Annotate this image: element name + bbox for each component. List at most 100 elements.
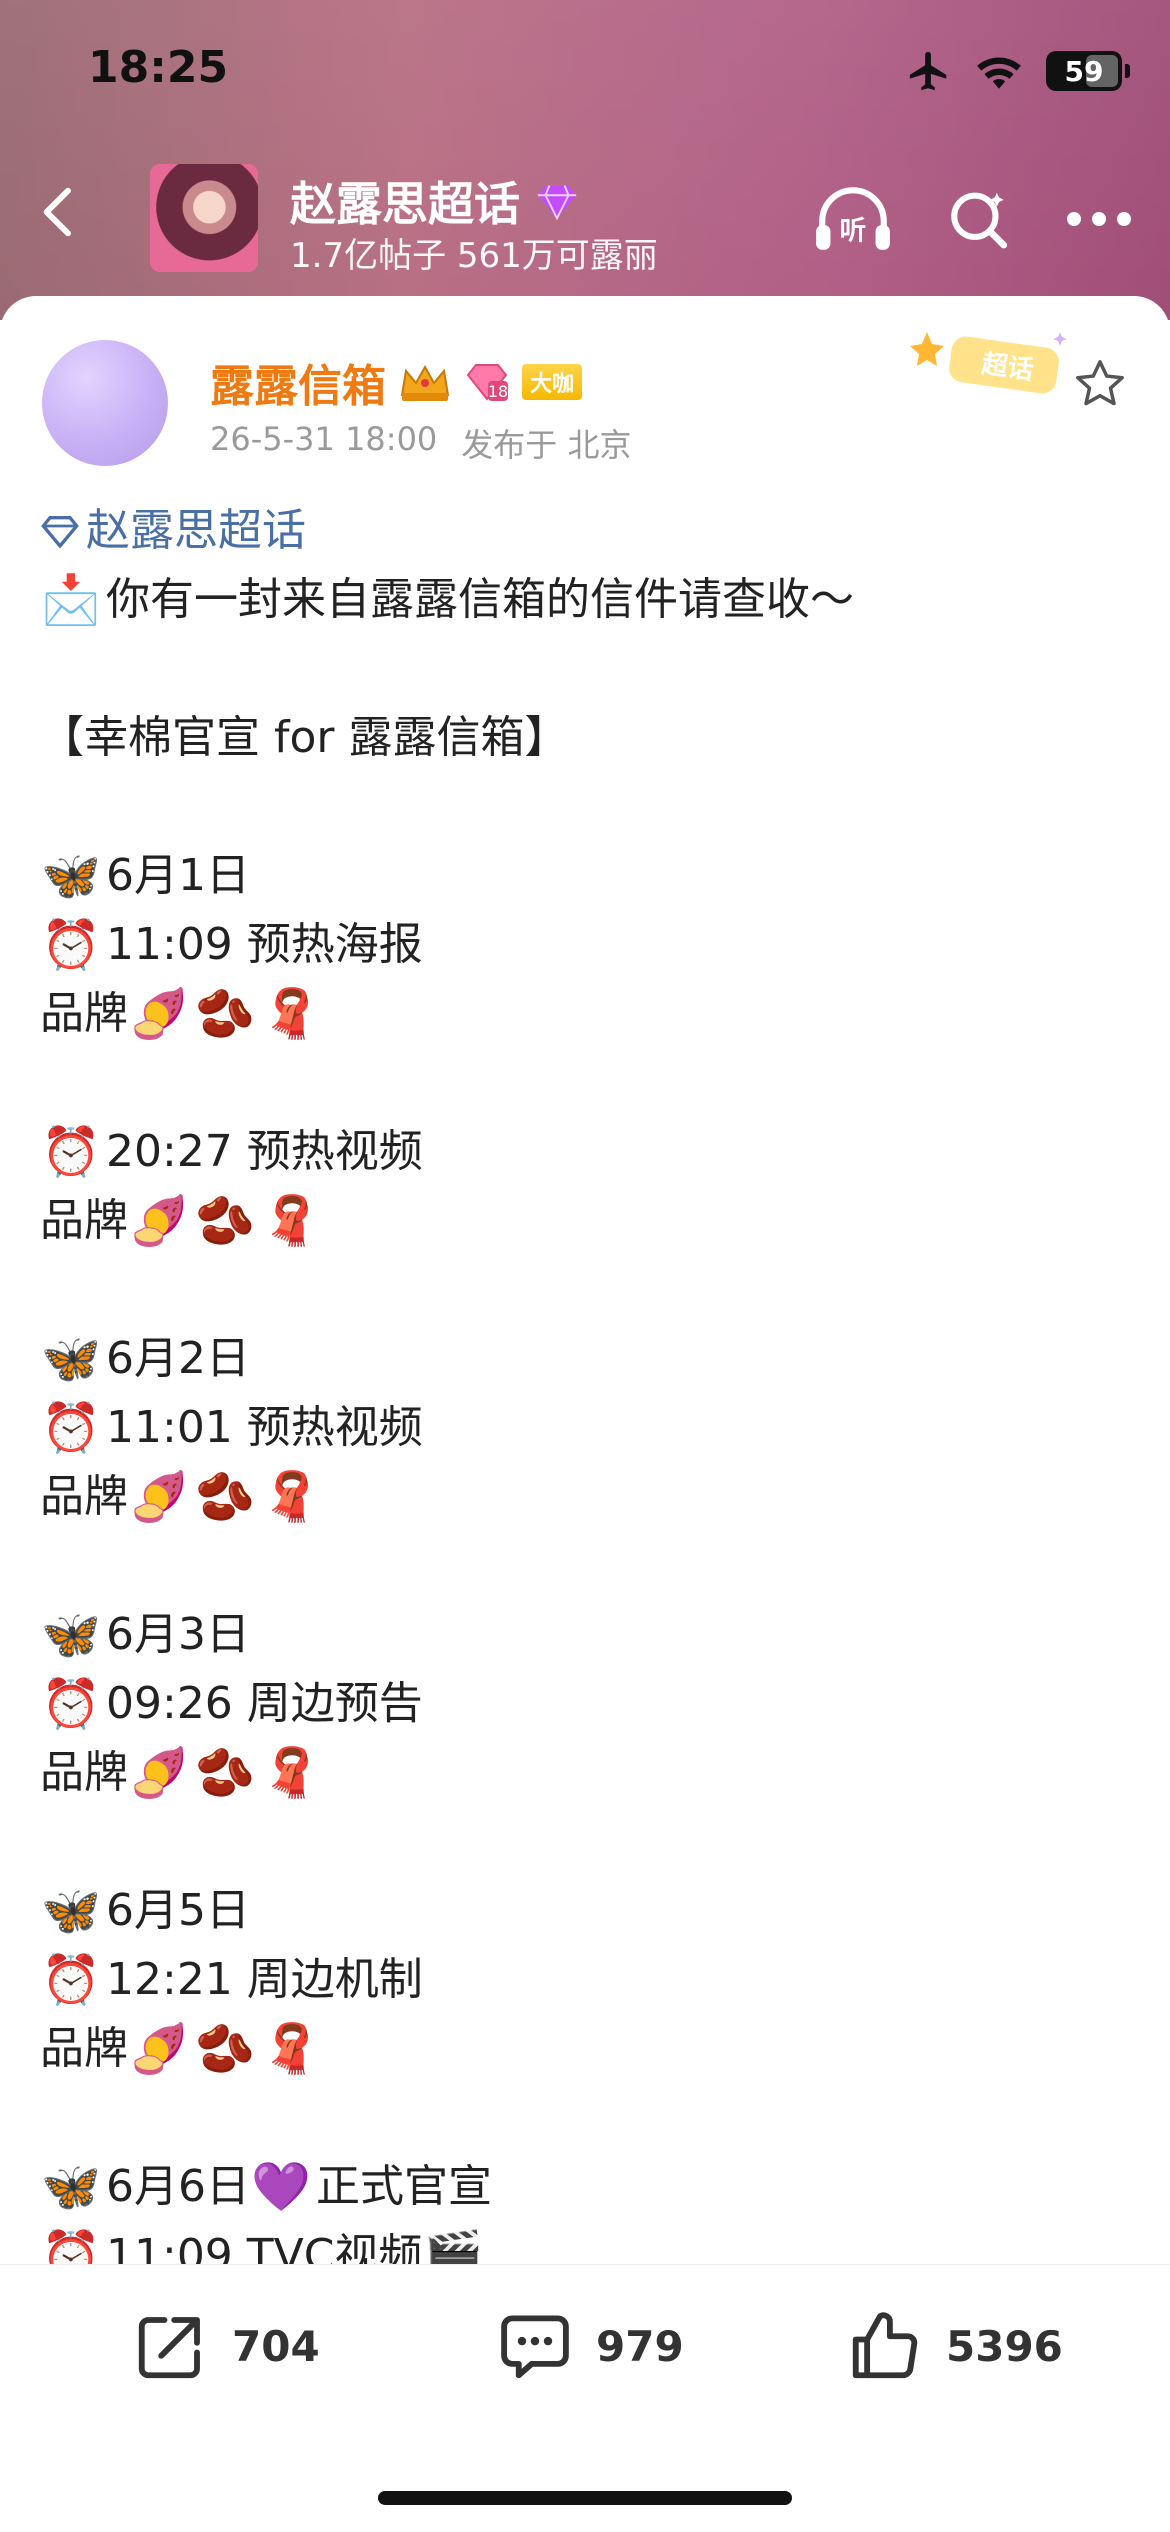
butterfly-icon: 🦋: [41, 1330, 101, 1387]
alarm-clock-icon: ⏰: [41, 1123, 101, 1180]
content-line: 🦋 6月3日: [40, 1600, 1130, 1669]
beans-icon: 🫘: [195, 1468, 255, 1525]
home-indicator[interactable]: [378, 2491, 792, 2505]
wifi-icon: [977, 57, 1021, 89]
topic-title-row[interactable]: 赵露思超话: [290, 168, 580, 234]
line-text: 20:27 预热视频: [106, 1126, 423, 1177]
alarm-clock-icon: ⏰: [41, 1399, 101, 1456]
content-line: 【幸棉官宣 for 露露信箱】: [40, 703, 1130, 772]
topic-tag-link[interactable]: 赵露思超话: [40, 496, 1130, 565]
line-text: 品牌: [40, 1747, 128, 1798]
author-badge: 大咖: [522, 364, 583, 400]
author-name-row[interactable]: 露露信箱 18 大咖: [210, 350, 583, 414]
content-line: 🦋 6月5日: [40, 1876, 1130, 1945]
status-icons: 59: [906, 48, 1130, 94]
line-text: 6月1日: [106, 850, 250, 901]
comment-icon: [501, 2315, 569, 2379]
content-line: 📩 你有一封来自露露信箱的信件请查收～: [40, 565, 1130, 634]
share-button[interactable]: 704: [132, 2307, 320, 2385]
topic-title: 赵露思超话: [290, 177, 520, 231]
beans-icon: 🫘: [195, 985, 255, 1042]
favorite-star-icon[interactable]: [1072, 356, 1128, 412]
search-icon[interactable]: [946, 186, 1012, 252]
line-text: 09:26 周边预告: [106, 1678, 423, 1729]
listen-icon[interactable]: 听: [812, 184, 894, 254]
scarf-icon: 🧣: [261, 1744, 321, 1801]
alarm-clock-icon: ⏰: [41, 916, 101, 973]
beans-icon: 🫘: [195, 1192, 255, 1249]
share-count: 704: [232, 2321, 320, 2371]
content-line: ⏰ 11:01 预热视频: [40, 1393, 1130, 1462]
svg-text:18: 18: [488, 382, 508, 401]
line-text: 品牌: [40, 2023, 128, 2074]
content-line: 🦋 6月6日 💜 正式官宣: [40, 2152, 1130, 2221]
content-line: 品牌 🍠 🫘 🧣: [40, 1186, 1130, 1255]
butterfly-icon: 🦋: [41, 1606, 101, 1663]
share-icon: [138, 2317, 200, 2379]
comment-count: 979: [596, 2321, 684, 2371]
butterfly-icon: 🦋: [41, 1882, 101, 1939]
line-text: 12:21 周边机制: [106, 1954, 423, 2005]
beans-icon: 🫘: [195, 2020, 255, 2077]
scarf-icon: 🧣: [261, 1468, 321, 1525]
line-text: 11:01 预热视频: [106, 1402, 423, 1453]
sweet-potato-icon: 🍠: [129, 1192, 189, 1249]
post-content: 赵露思超话 📩 你有一封来自露露信箱的信件请查收～ 【幸棉官宣 for 露露信箱…: [40, 496, 1130, 2290]
alarm-clock-icon: ⏰: [41, 1951, 101, 2008]
battery-level: 59: [1064, 54, 1104, 88]
sweet-potato-icon: 🍠: [129, 2020, 189, 2077]
butterfly-icon: 🦋: [41, 847, 101, 904]
line-text: 6月5日: [106, 1885, 250, 1936]
content-line: 品牌 🍠 🫘 🧣: [40, 979, 1130, 1048]
comment-button[interactable]: 979: [496, 2307, 684, 2385]
topic-actions: 听: [812, 184, 1134, 254]
line-text: 品牌: [40, 1471, 128, 1522]
scarf-icon: 🧣: [261, 2020, 321, 2077]
content-line: 🦋 6月2日: [40, 1324, 1130, 1393]
content-line: 🦋 6月1日: [40, 841, 1130, 910]
status-time: 18:25: [88, 42, 229, 93]
like-button[interactable]: 5396: [846, 2307, 1063, 2385]
scarf-icon: 🧣: [261, 985, 321, 1042]
diamond-icon: [537, 185, 577, 221]
line-text: 正式官宣: [316, 2161, 492, 2212]
topic-header: 赵露思超话 1.7亿帖子 561万可露丽 听: [0, 150, 1170, 280]
content-line: ⏰ 09:26 周边预告: [40, 1669, 1130, 1738]
topic-diamond-icon: [41, 515, 79, 548]
chaohua-badge: 超话: [910, 332, 1067, 394]
more-icon[interactable]: [1064, 209, 1134, 229]
bottom-action-bar: 704 979 5396: [0, 2264, 1170, 2532]
line-text: 11:09 预热海报: [106, 919, 423, 970]
post-date: 26-5-31 18:00: [210, 420, 438, 458]
status-bar: 18:25 59: [0, 0, 1170, 140]
back-button[interactable]: [28, 180, 92, 244]
envelope-arrow-icon: 📩: [41, 571, 101, 628]
author-avatar[interactable]: [42, 340, 168, 466]
content-line: 品牌 🍠 🫘 🧣: [40, 2014, 1130, 2083]
scarf-icon: 🧣: [261, 1192, 321, 1249]
sweet-potato-icon: 🍠: [129, 1468, 189, 1525]
content-line: 品牌 🍠 🫘 🧣: [40, 1738, 1130, 1807]
sweet-potato-icon: 🍠: [129, 1744, 189, 1801]
beans-icon: 🫘: [195, 1744, 255, 1801]
battery-indicator: 59: [1046, 51, 1130, 91]
post-location: 发布于 北京: [461, 426, 632, 464]
line-text: 6月3日: [106, 1609, 250, 1660]
alarm-clock-icon: ⏰: [41, 1675, 101, 1732]
line-text: 你有一封来自露露信箱的信件请查收～: [106, 574, 854, 625]
topic-stats: 1.7亿帖子 561万可露丽: [290, 236, 658, 276]
post-meta: 26-5-31 18:00 发布于 北京: [210, 420, 631, 466]
topic-avatar[interactable]: [150, 164, 258, 272]
content-line: ⏰ 12:21 周边机制: [40, 1945, 1130, 2014]
content-line: 品牌 🍠 🫘 🧣: [40, 1462, 1130, 1531]
line-text: 6月2日: [106, 1333, 250, 1384]
content-line: ⏰ 20:27 预热视频: [40, 1117, 1130, 1186]
purple-heart-icon: 💜: [251, 2158, 311, 2215]
like-count: 5396: [946, 2321, 1063, 2371]
